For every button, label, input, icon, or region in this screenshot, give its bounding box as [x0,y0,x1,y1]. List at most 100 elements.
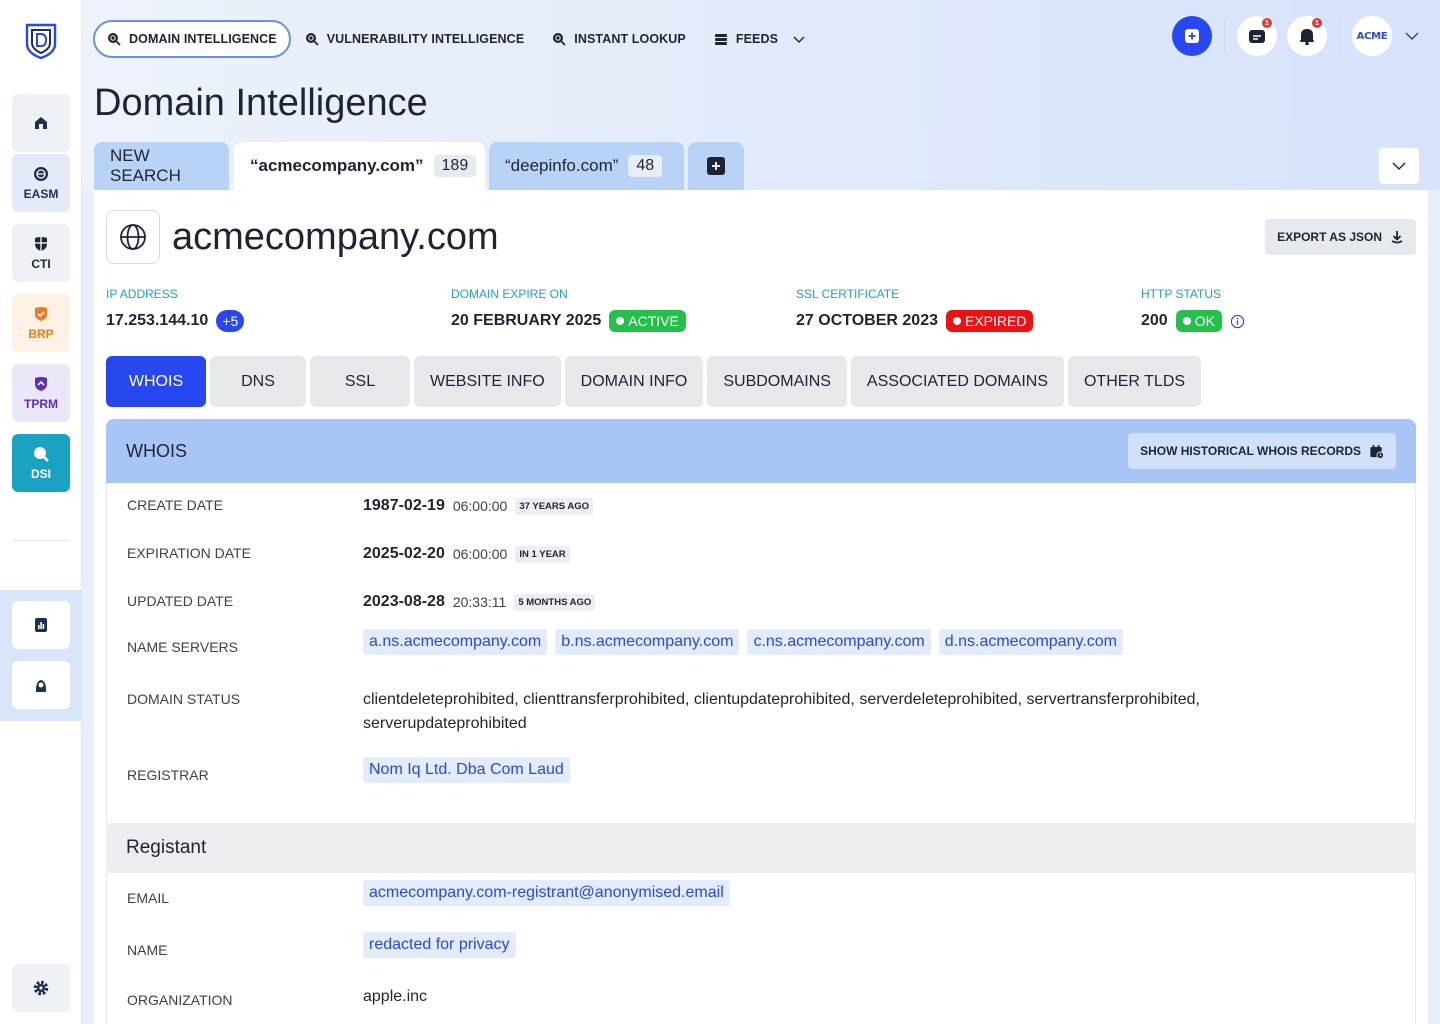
name-server-link[interactable]: d.ns.acmecompany.com [938,629,1123,655]
account-avatar[interactable]: ACME [1352,16,1392,56]
ip-value: 17.253.144.10 [106,312,209,329]
whois-section-header: WHOIS SHOW HISTORICAL WHOIS RECORDS [106,419,1416,483]
domain-expire-block: DOMAIN EXPIRE ON 20 FEBRUARY 2025 ACTIVE [451,287,686,332]
app-logo[interactable] [24,22,58,60]
sidebar-item-label: CTI [31,257,51,271]
search-globe-icon [305,33,319,46]
collapse-button[interactable] [1379,148,1419,184]
search-globe-icon [108,33,121,46]
search-globe-icon [553,33,566,46]
calendar-history-icon [1370,444,1384,459]
download-icon [1391,231,1403,244]
relative-time-badge: 5 MONTHS AGO [514,593,596,611]
nav-label: VULNERABILITY INTELLIGENCE [326,32,525,46]
relative-time-badge: IN 1 YEAR [515,545,570,563]
tab-deepinfo[interactable]: “deepinfo.com” 48 [489,142,684,190]
domain-status-line: clientdeleteprohibited, clienttransferpr… [363,691,1200,708]
tab-label: “deepinfo.com” [505,156,619,175]
row-label: EMAIL [127,890,170,906]
reports-button[interactable] [12,601,70,649]
sidebar-item-label: TPRM [24,397,58,411]
divider [1224,18,1225,54]
notifications-badge: 1 [1312,18,1322,28]
tab-domain-info[interactable]: DOMAIN INFO [564,356,704,407]
threat-actor-button[interactable] [12,661,70,709]
tab-ssl[interactable]: SSL [310,356,410,407]
tab-acmecompany[interactable]: “acmecompany.com” 189 [234,142,485,190]
expire-label: DOMAIN EXPIRE ON [451,287,568,301]
message-icon [1249,30,1265,43]
name-server-link[interactable]: b.ns.acmecompany.com [555,629,740,655]
registant-section-header: Registant [106,823,1416,873]
sidebar-item-brp[interactable]: BRP [12,294,70,352]
ip-address-block: IP ADDRESS 17.253.144.10 +5 [106,287,245,332]
nav-vulnerability-intelligence[interactable]: VULNERABILITY INTELLIGENCE [291,20,539,58]
messages-badge: 1 [1262,18,1272,28]
date-value: 2023-08-28 [363,593,445,610]
tab-dns[interactable]: DNS [210,356,306,407]
nav-domain-intelligence[interactable]: DOMAIN INTELLIGENCE [93,20,291,58]
add-tab-button[interactable] [688,142,744,190]
shield-badge-icon [35,377,47,391]
plus-icon [707,157,725,175]
report-icon [35,618,47,632]
messages-button[interactable]: 1 [1237,16,1277,56]
name-server-link[interactable]: c.ns.acmecompany.com [747,629,931,655]
top-nav: DOMAIN INTELLIGENCE VULNERABILITY INTELL… [93,20,820,58]
email-link[interactable]: acmecompany.com-registrant@anonymised.em… [363,880,730,906]
name-value[interactable]: redacted for privacy [363,932,516,958]
sidebar-item-label: EASM [23,187,59,201]
notifications-button[interactable]: 1 [1287,16,1327,56]
row-label: ORGANIZATION [127,992,233,1008]
domain-name: acmecompany.com [172,216,499,258]
date-value: 1987-02-19 [363,497,445,514]
status-badge: ACTIVE [609,310,686,332]
section-title: Registant [126,837,207,858]
relative-time-badge: 37 YEARS AGO [515,497,594,515]
chevron-down-icon[interactable] [1404,28,1420,44]
sidebar-item-label: DSI [30,467,51,481]
add-button[interactable] [1172,16,1212,56]
domain-status-line: serverupdateprohibited [363,715,527,732]
tab-website-info[interactable]: WEBSITE INFO [414,356,561,407]
time-value: 06:00:00 [452,546,508,562]
sidebar-item-home[interactable] [12,94,70,152]
feeds-icon [714,34,727,45]
nav-label: FEEDS [735,32,779,46]
chevron-down-icon [1392,162,1406,170]
settings-button[interactable] [12,964,70,1012]
gear-icon [33,980,49,996]
row-label: NAME [127,942,168,958]
globe-icon [34,167,48,181]
tab-label: NEW SEARCH [110,146,181,185]
more-ips-badge[interactable]: +5 [216,310,245,332]
sidebar-item-dsi[interactable]: DSI [12,434,70,492]
globe-icon [106,210,160,264]
nav-instant-lookup[interactable]: INSTANT LOOKUP [538,20,700,58]
tab-new-search[interactable]: NEW SEARCH [94,142,229,190]
export-json-button[interactable]: EXPORT AS JSON [1265,219,1416,255]
history-label: SHOW HISTORICAL WHOIS RECORDS [1140,444,1361,458]
sidebar-item-cti[interactable]: CTI [12,224,70,282]
date-value: 2025-02-20 [363,545,445,562]
row-label: UPDATED DATE [127,593,234,609]
sidebar-item-easm[interactable]: EASM [12,154,70,212]
time-value: 20:33:11 [452,594,507,610]
tab-whois[interactable]: WHOIS [106,356,206,407]
row-label: DOMAIN STATUS [127,691,241,707]
tab-subdomains[interactable]: SUBDOMAINS [707,356,847,407]
sidebar: EASM CTI BRP TPRM DSI [0,0,82,1024]
registrar-link[interactable]: Nom Iq Ltd. Dba Com Laud [363,757,570,783]
divider [1339,18,1340,54]
tab-other-tlds[interactable]: OTHER TLDS [1067,356,1202,407]
tab-associated-domains[interactable]: ASSOCIATED DOMAINS [850,356,1064,407]
nav-feeds[interactable]: FEEDS [700,20,820,58]
historical-whois-button[interactable]: SHOW HISTORICAL WHOIS RECORDS [1128,433,1396,469]
name-server-link[interactable]: a.ns.acmecompany.com [363,629,548,655]
sidebar-divider [12,540,70,541]
sidebar-item-tprm[interactable]: TPRM [12,364,70,422]
status-badge: OK [1175,310,1222,332]
info-icon[interactable] [1230,314,1245,329]
account-logo: ACME [1356,30,1388,42]
shield-icon [35,237,47,251]
